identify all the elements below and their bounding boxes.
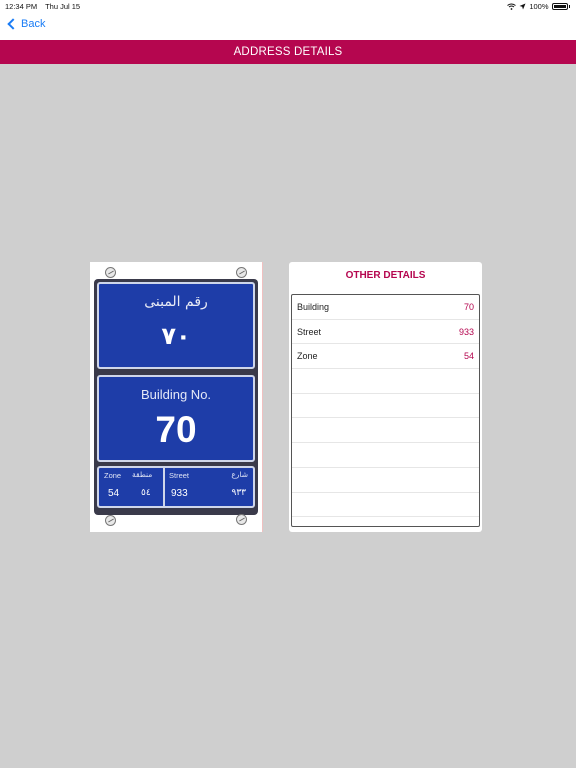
- zone-value-arabic: ٥٤: [141, 488, 151, 498]
- arabic-building-panel: رقم المبنى ٧٠: [97, 282, 255, 369]
- arabic-building-number: ٧٠: [161, 322, 191, 350]
- screw-icon: [236, 514, 247, 525]
- other-details-title: OTHER DETAILS: [345, 270, 426, 281]
- zone-label-arabic: منطقة: [132, 470, 153, 479]
- location-arrow-icon: [519, 3, 526, 10]
- back-button[interactable]: Back: [6, 18, 45, 30]
- panel-divider: [163, 468, 165, 506]
- other-details-card: OTHER DETAILS Building 70 Street 933 Zon…: [289, 262, 482, 532]
- table-row: Building 70: [292, 295, 479, 320]
- empty-row: [292, 468, 479, 493]
- row-value: 54: [463, 351, 474, 362]
- empty-row: [292, 443, 479, 468]
- street-label: Street: [169, 471, 190, 480]
- status-right: 100%: [507, 2, 570, 11]
- street-label-arabic: شارع: [231, 470, 248, 479]
- status-bar: 12:34 PM Thu Jul 15 100%: [0, 0, 576, 12]
- address-plate: رقم المبنى ٧٠ Building No. 70 Zone منطقة…: [94, 279, 258, 515]
- battery-nub: [568, 5, 570, 8]
- screw-icon: [236, 267, 247, 278]
- zone-label: Zone: [104, 471, 122, 480]
- wifi-icon: [507, 3, 517, 10]
- empty-row: [292, 493, 479, 518]
- building-no-value: 70: [155, 409, 197, 450]
- status-date: Thu Jul 15: [45, 2, 81, 11]
- row-value: 70: [463, 301, 474, 312]
- row-label: Building: [297, 301, 330, 312]
- page-title: ADDRESS DETAILS: [0, 40, 576, 64]
- back-label: Back: [21, 18, 46, 30]
- nav-bar: Back: [0, 12, 576, 40]
- empty-row: [292, 418, 479, 444]
- zone-value: 54: [108, 488, 120, 499]
- screw-icon: [105, 515, 116, 526]
- table-row: Zone 54: [292, 344, 479, 370]
- battery-percent: 100%: [529, 2, 549, 11]
- address-sign-card: رقم المبنى ٧٠ Building No. 70 Zone منطقة…: [90, 262, 263, 532]
- empty-row: [292, 369, 479, 394]
- zone-street-panel: Zone منطقة 54 ٥٤ Street شارع 933 ٩٣٣: [97, 466, 255, 508]
- table-row: Street 933: [292, 320, 479, 345]
- row-label: Street: [297, 326, 322, 337]
- english-building-panel: Building No. 70: [97, 375, 255, 462]
- street-value-arabic: ٩٣٣: [231, 488, 246, 498]
- arabic-building-label: رقم المبنى: [144, 294, 208, 310]
- empty-row: [292, 394, 479, 419]
- screw-icon: [105, 267, 116, 278]
- street-value: 933: [171, 488, 188, 499]
- building-no-label: Building No.: [140, 387, 212, 402]
- back-chevron-icon: [7, 18, 19, 30]
- status-left: 12:34 PM Thu Jul 15: [5, 2, 86, 11]
- details-table[interactable]: Building 70 Street 933 Zone 54: [291, 294, 480, 527]
- battery-icon: [551, 3, 568, 10]
- row-value: 933: [458, 326, 474, 337]
- status-time: 12:34 PM: [5, 2, 38, 11]
- row-label: Zone: [297, 351, 318, 362]
